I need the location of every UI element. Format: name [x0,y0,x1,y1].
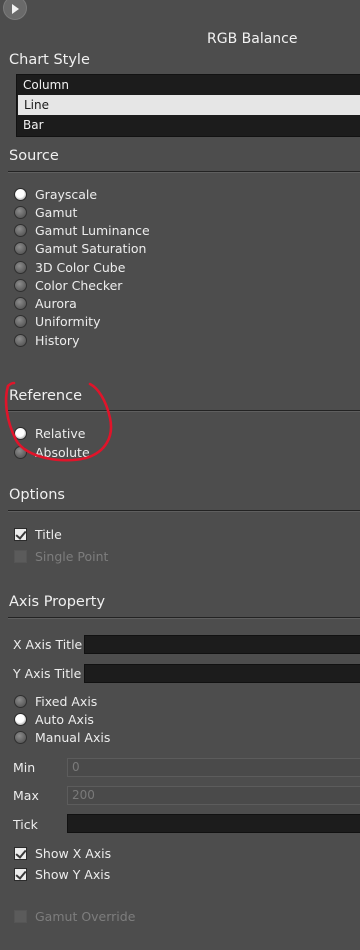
single-point-checkbox-row: Single Point [14,548,108,565]
radio-icon[interactable] [14,279,27,292]
axis-property-title: Axis Property [9,594,106,610]
radio-icon[interactable] [14,242,27,255]
radio-icon[interactable] [14,731,27,744]
checkbox-disabled-icon [14,910,27,923]
min-input: 0 [67,758,360,777]
radio-icon[interactable] [14,224,27,237]
axis-mode-label: Fixed Axis [35,694,98,709]
radio-selected-icon[interactable] [14,713,27,726]
x-axis-title-label: X Axis Title [13,637,83,652]
play-icon [12,4,19,14]
axis-mode-label: Auto Axis [35,712,94,727]
source-divider [8,171,360,173]
y-axis-title-label: Y Axis Title [13,666,82,681]
checkbox-disabled-icon [14,550,27,563]
tick-label: Tick [13,817,38,832]
checkbox-checked-icon[interactable] [14,528,27,541]
title-checkbox-label: Title [35,527,62,542]
axis-mode-label: Manual Axis [35,730,111,745]
source-option-label: Gamut Saturation [35,241,147,256]
y-axis-title-input[interactable] [84,664,360,683]
source-option-history[interactable]: History [14,332,79,349]
max-input: 200 [67,786,360,805]
radio-icon[interactable] [14,261,27,274]
show-y-axis-label: Show Y Axis [35,867,111,882]
show-x-axis-label: Show X Axis [35,846,112,861]
source-option-gamut[interactable]: Gamut [14,204,77,221]
chart-style-title: Chart Style [9,52,90,68]
source-option-label: Uniformity [35,314,101,329]
axis-property-divider [8,617,360,619]
source-option-3d-color-cube[interactable]: 3D Color Cube [14,259,125,276]
source-option-label: Aurora [35,296,77,311]
source-option-label: History [35,333,80,348]
tick-input[interactable] [67,814,360,833]
axis-mode-manual[interactable]: Manual Axis [14,729,110,746]
show-x-axis-checkbox-row[interactable]: Show X Axis [14,845,111,862]
axis-mode-fixed[interactable]: Fixed Axis [14,693,97,710]
radio-selected-icon[interactable] [14,188,27,201]
source-option-label: 3D Color Cube [35,260,126,275]
min-label: Min [13,760,36,775]
radio-icon[interactable] [14,695,27,708]
source-option-color-checker[interactable]: Color Checker [14,277,122,294]
source-option-label: Color Checker [35,278,123,293]
chart-style-list[interactable]: Column Line Bar [16,74,360,137]
chart-style-item-line[interactable]: Line [18,95,360,115]
chart-style-item-column[interactable]: Column [17,75,360,95]
show-y-axis-checkbox-row[interactable]: Show Y Axis [14,866,110,883]
source-option-label: Grayscale [35,187,98,202]
chart-style-item-bar[interactable]: Bar [17,115,360,135]
options-divider [8,510,360,512]
checkbox-checked-icon[interactable] [14,847,27,860]
chart-name: RGB Balance [207,31,298,47]
source-option-label: Gamut [35,205,78,220]
source-option-gamut-luminance[interactable]: Gamut Luminance [14,222,150,239]
source-title: Source [9,148,59,164]
radio-icon[interactable] [14,315,27,328]
radio-icon[interactable] [14,206,27,219]
axis-mode-auto[interactable]: Auto Axis [14,711,94,728]
gamut-override-checkbox-row: Gamut Override [14,908,135,925]
source-option-grayscale[interactable]: Grayscale [14,186,97,203]
gamut-override-label: Gamut Override [35,909,136,924]
source-option-aurora[interactable]: Aurora [14,295,77,312]
checkbox-checked-icon[interactable] [14,868,27,881]
expand-button[interactable] [3,0,27,20]
single-point-label: Single Point [35,549,109,564]
title-checkbox-row[interactable]: Title [14,526,62,543]
x-axis-title-input[interactable] [84,635,360,654]
source-option-label: Gamut Luminance [35,223,150,238]
annotation-circle [4,381,113,462]
max-label: Max [13,788,39,803]
radio-icon[interactable] [14,334,27,347]
radio-icon[interactable] [14,297,27,310]
options-title: Options [9,487,65,503]
source-option-uniformity[interactable]: Uniformity [14,313,100,330]
source-option-gamut-saturation[interactable]: Gamut Saturation [14,240,146,257]
